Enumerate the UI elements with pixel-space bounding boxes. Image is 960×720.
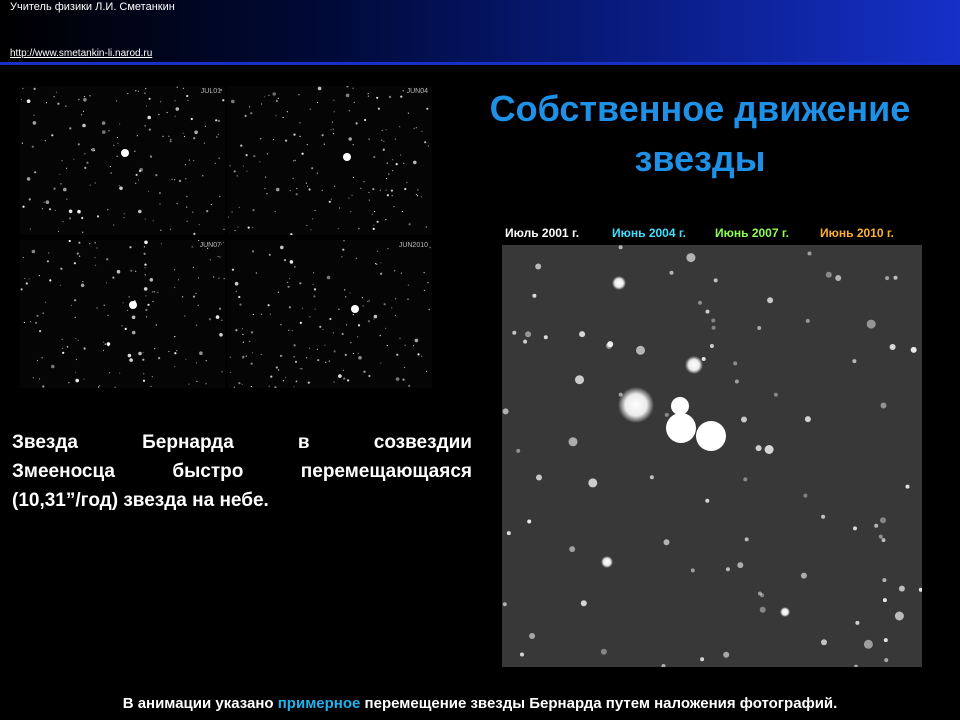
overlay-star-field <box>502 245 922 667</box>
title-line-2: звезды <box>634 138 766 179</box>
date-label-2007: Июнь 2007 г. <box>715 226 789 240</box>
barnards-star-overlay-photo <box>502 245 922 667</box>
header-bar: Учитель физики Л.И. Сметанкин http://www… <box>0 0 960 62</box>
footer-text-end: перемещение звезды Бернарда путем наложе… <box>360 695 838 712</box>
star-field-jun07 <box>20 240 225 388</box>
site-link[interactable]: http://www.smetankin-li.narod.ru <box>10 48 152 59</box>
star-field-jun2010 <box>229 240 431 388</box>
description-line-1: Звезда Бернарда в созвездии <box>12 432 472 453</box>
star-photo-jun04: JUN04 <box>228 86 432 235</box>
slide-title: Собственное движение звезды <box>430 84 960 184</box>
footer-highlight: примерное <box>277 695 361 712</box>
photo-code-jul01: JUL01 <box>200 88 221 95</box>
header-rule <box>0 62 960 65</box>
star-field-jul01 <box>20 86 225 235</box>
footer-text-start: В анимации указано <box>122 695 278 712</box>
photo-code-jun04: JUN04 <box>406 88 428 95</box>
date-label-2010: Июнь 2010 г. <box>820 226 894 240</box>
star-photo-jun2010: JUN2010 <box>228 240 432 388</box>
description-text: Звезда Бернарда в созвездии Змееносца бы… <box>12 428 472 515</box>
title-line-1: Собственное движение <box>489 88 911 129</box>
photo-code-jun07: JUN07 <box>199 242 221 249</box>
author-label: Учитель физики Л.И. Сметанкин <box>10 1 175 13</box>
date-label-2001: Июль 2001 г. <box>505 226 580 240</box>
description-line-2: Змееносца быстро перемещающаяся <box>12 461 472 482</box>
photo-code-jun2010: JUN2010 <box>398 242 428 249</box>
star-photo-jul01: JUL01 <box>20 86 225 235</box>
description-line-3: (10,31”/год) звезда на небе. <box>12 490 269 511</box>
star-field-jun04 <box>228 86 429 235</box>
date-label-2004: Июнь 2004 г. <box>612 226 686 240</box>
footer-note: В анимации указано примерное перемещение… <box>0 695 960 712</box>
star-photo-jun07: JUN07 <box>20 240 225 388</box>
